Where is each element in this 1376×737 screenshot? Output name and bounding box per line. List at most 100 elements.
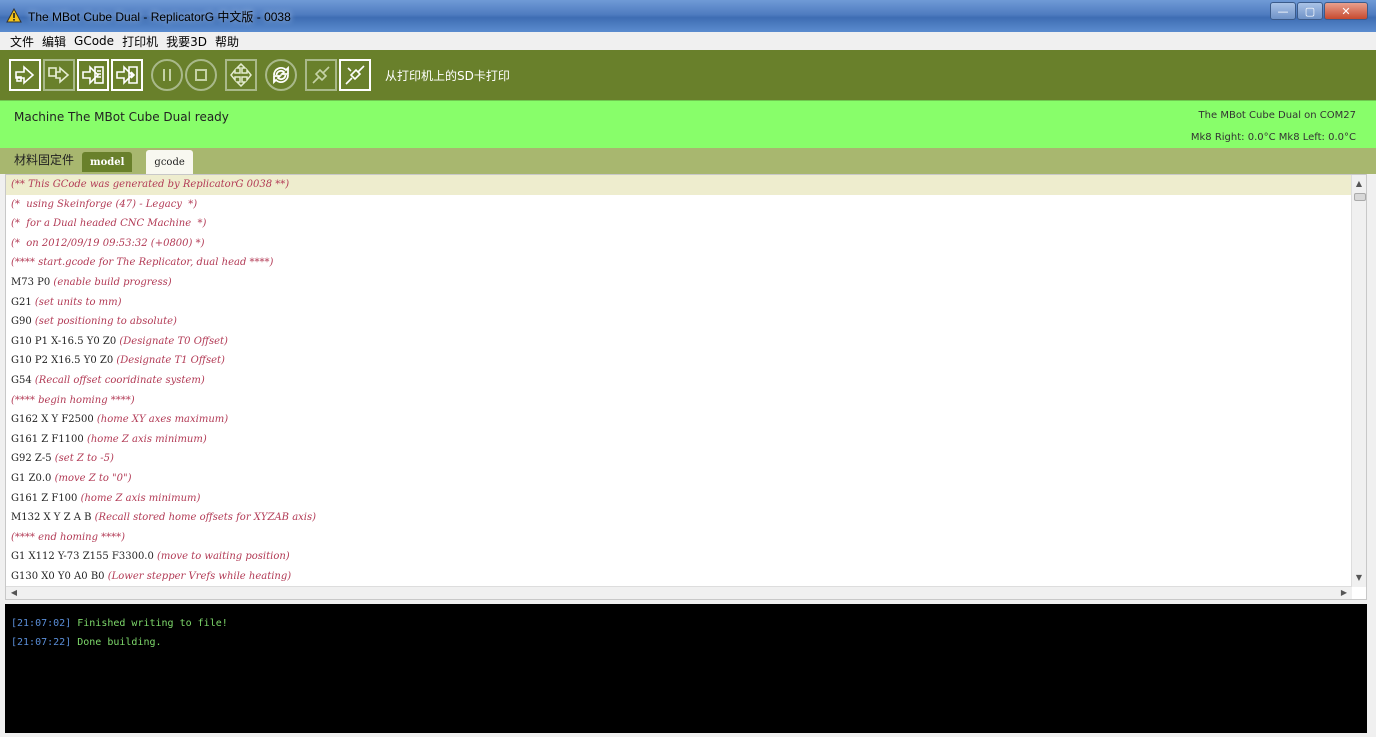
gcode-line[interactable]: (* using Skeinforge (47) - Legacy *): [6, 195, 1352, 215]
build-button[interactable]: [9, 59, 41, 91]
scroll-thumb[interactable]: [1354, 193, 1366, 201]
disconnect-icon: [312, 66, 330, 84]
upload-button[interactable]: [43, 59, 75, 91]
stop-icon: [195, 69, 207, 81]
console-timestamp: [21:07:02]: [11, 618, 72, 629]
gcode-lines[interactable]: (** This GCode was generated by Replicat…: [6, 175, 1352, 587]
gcode-comment: (set units to mm): [34, 296, 122, 308]
material-fixture-label: 材料固定件: [14, 153, 75, 167]
gcode-comment: (* for a Dual headed CNC Machine *): [11, 218, 207, 230]
gcode-line[interactable]: (* for a Dual headed CNC Machine *): [6, 214, 1352, 234]
gcode-command: G1 X112 Y-73 Z155 F3300.0: [11, 551, 158, 563]
horizontal-scrollbar[interactable]: ◀ ▶: [6, 586, 1352, 599]
close-button[interactable]: ✕: [1324, 2, 1368, 20]
gcode-command: G162 X Y F2500: [11, 414, 97, 426]
tab-row: 材料固定件 model gcode: [0, 148, 1376, 174]
menu-i-want-3d[interactable]: 我要3D: [166, 33, 207, 50]
gcode-comment: (* using Skeinforge (47) - Legacy *): [11, 198, 198, 210]
scroll-up-arrow-icon[interactable]: ▲: [1352, 177, 1366, 191]
gcode-command: G130 X0 Y0 A0 B0: [11, 570, 108, 582]
gcode-comment: (set Z to -5): [54, 453, 114, 465]
gcode-command: G1 Z0.0: [11, 472, 55, 484]
gcode-line[interactable]: G161 Z F100 (home Z axis minimum): [6, 489, 1352, 509]
title-bar: The MBot Cube Dual - ReplicatorG 中文版 - 0…: [0, 0, 1376, 32]
gcode-line[interactable]: (**** begin homing ****): [6, 391, 1352, 411]
gcode-comment: (move Z to "0"): [54, 472, 132, 484]
menu-edit[interactable]: 编辑: [42, 33, 66, 50]
stop-button[interactable]: [185, 59, 217, 91]
gcode-line[interactable]: G1 Z0.0 (move Z to "0"): [6, 469, 1352, 489]
gcode-command: G90: [11, 316, 35, 328]
gcode-command: M132 X Y Z A B: [11, 512, 95, 524]
gcode-line[interactable]: G162 X Y F2500 (home XY axes maximum): [6, 410, 1352, 430]
gcode-command: G92 Z-5: [11, 453, 55, 465]
gcode-line[interactable]: (* on 2012/09/19 09:53:32 (+0800) *): [6, 234, 1352, 254]
toolbar: 从打印机上的SD卡打印: [0, 50, 1376, 100]
console-text: Done building.: [71, 637, 162, 648]
console-line: [21:07:22] Done building.: [11, 633, 1361, 652]
gcode-comment: (home Z axis minimum): [86, 433, 207, 445]
console-timestamp: [21:07:22]: [11, 637, 72, 648]
gcode-comment: (Designate T0 Offset): [119, 335, 228, 347]
gcode-line[interactable]: G90 (set positioning to absolute): [6, 312, 1352, 332]
gcode-line[interactable]: M132 X Y Z A B (Recall stored home offse…: [6, 508, 1352, 528]
gcode-comment: (enable build progress): [53, 276, 172, 288]
machine-status-panel: Machine The MBot Cube Dual ready The MBo…: [0, 100, 1376, 148]
scroll-right-arrow-icon[interactable]: ▶: [1338, 587, 1350, 599]
gcode-line[interactable]: G92 Z-5 (set Z to -5): [6, 449, 1352, 469]
menu-file[interactable]: 文件: [10, 33, 34, 50]
tab-model[interactable]: model: [82, 152, 133, 172]
gcode-comment: (* on 2012/09/19 09:53:32 (+0800) *): [11, 237, 205, 249]
gcode-comment: (**** end homing ****): [11, 531, 126, 543]
build-icon: [15, 65, 35, 85]
minimize-button[interactable]: —: [1270, 2, 1296, 20]
build-to-sd-icon: [116, 65, 138, 85]
gcode-line[interactable]: G21 (set units to mm): [6, 293, 1352, 313]
disconnect-button[interactable]: [305, 59, 337, 91]
gcode-line[interactable]: G54 (Recall offset cooridinate system): [6, 371, 1352, 391]
gcode-comment: (home Z axis minimum): [80, 492, 201, 504]
sd-print-label[interactable]: 从打印机上的SD卡打印: [385, 67, 510, 84]
window-controls: — ▢ ✕: [1269, 2, 1368, 20]
tab-gcode[interactable]: gcode: [146, 150, 193, 174]
gcode-editor[interactable]: (** This GCode was generated by Replicat…: [5, 174, 1367, 600]
gcode-line[interactable]: (**** end homing ****): [6, 528, 1352, 548]
pause-button[interactable]: [151, 59, 183, 91]
gcode-line[interactable]: (** This GCode was generated by Replicat…: [6, 175, 1352, 195]
gcode-line[interactable]: G10 P1 X-16.5 Y0 Z0 (Designate T0 Offset…: [6, 332, 1352, 352]
build-to-sd-button[interactable]: [111, 59, 143, 91]
connect-button[interactable]: [339, 59, 371, 91]
vertical-scrollbar[interactable]: ▲ ▼: [1351, 175, 1366, 587]
machine-status-message: Machine The MBot Cube Dual ready: [14, 110, 229, 124]
gcode-line[interactable]: G161 Z F1100 (home Z axis minimum): [6, 430, 1352, 450]
menu-bar: 文件 编辑 GCode 打印机 我要3D 帮助: [0, 32, 1376, 50]
menu-gcode[interactable]: GCode: [74, 34, 114, 48]
gcode-line[interactable]: M73 P0 (enable build progress): [6, 273, 1352, 293]
control-panel-button[interactable]: [225, 59, 257, 91]
reset-button[interactable]: [265, 59, 297, 91]
gcode-comment: (move to waiting position): [157, 551, 290, 563]
menu-printer[interactable]: 打印机: [122, 33, 158, 50]
gcode-command: G10 P2 X16.5 Y0 Z0: [11, 355, 117, 367]
gcode-comment: (Designate T1 Offset): [116, 355, 225, 367]
machine-port-status: The MBot Cube Dual on COM27: [1198, 110, 1356, 121]
control-panel-icon: [230, 63, 252, 87]
gcode-comment: (home XY axes maximum): [96, 414, 229, 426]
maximize-button[interactable]: ▢: [1297, 2, 1323, 20]
gcode-line[interactable]: G130 X0 Y0 A0 B0 (Lower stepper Vrefs wh…: [6, 567, 1352, 587]
gcode-command: M73 P0: [11, 276, 54, 288]
gcode-comment: (Recall offset cooridinate system): [34, 374, 205, 386]
gcode-comment: (set positioning to absolute): [34, 316, 177, 328]
build-to-file-icon: [82, 65, 104, 85]
gcode-line[interactable]: G10 P2 X16.5 Y0 Z0 (Designate T1 Offset): [6, 351, 1352, 371]
build-to-file-button[interactable]: [77, 59, 109, 91]
console-text: Finished writing to file!: [71, 618, 228, 629]
gcode-line[interactable]: G1 X112 Y-73 Z155 F3300.0 (move to waiti…: [6, 547, 1352, 567]
menu-help[interactable]: 帮助: [215, 33, 239, 50]
gcode-line[interactable]: (**** start.gcode for The Replicator, du…: [6, 253, 1352, 273]
connect-icon: [345, 65, 365, 85]
scroll-down-arrow-icon[interactable]: ▼: [1352, 571, 1366, 585]
scroll-left-arrow-icon[interactable]: ◀: [8, 587, 20, 599]
warning-app-icon: [6, 8, 22, 23]
console-output: [21:07:02] Finished writing to file! [21:…: [5, 604, 1367, 733]
